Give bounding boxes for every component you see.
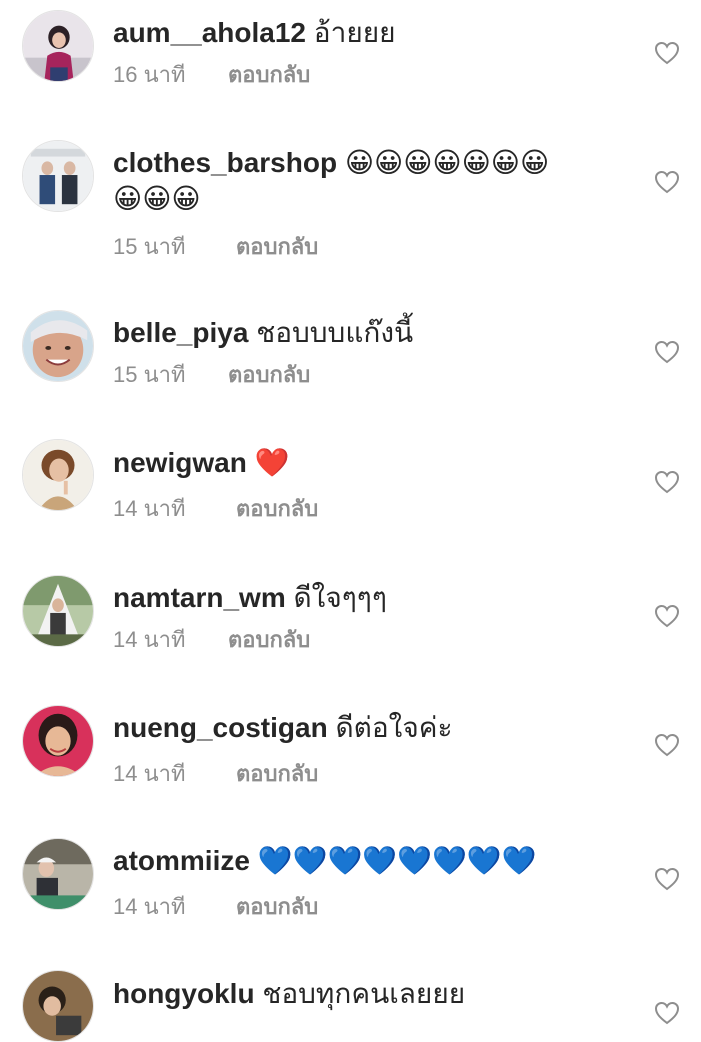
comment-timestamp: 14 นาที	[113, 627, 186, 652]
comment-username[interactable]: nueng_costigan	[113, 712, 328, 743]
reply-button[interactable]: ตอบกลับ	[236, 233, 318, 261]
heart-outline-icon[interactable]	[654, 1001, 680, 1025]
comment-text: ดีต่อใจค่ะ	[335, 712, 453, 743]
reply-button[interactable]: ตอบกลับ	[236, 760, 318, 788]
avatar[interactable]	[22, 310, 94, 382]
comment-emoji: 💙💙💙💙💙💙💙💙	[257, 845, 537, 876]
heart-outline-icon[interactable]	[654, 41, 680, 65]
heart-outline-icon[interactable]	[654, 867, 680, 891]
comment-username[interactable]: belle_piya	[113, 317, 248, 348]
comment-emoji: ❤️	[254, 447, 290, 478]
comment-text: ดีใจๆๆๆ	[293, 582, 387, 613]
avatar[interactable]	[22, 439, 94, 511]
avatar[interactable]	[22, 10, 94, 82]
comment-timestamp: 15 นาที	[113, 362, 186, 387]
reply-button[interactable]: ตอบกลับ	[228, 361, 310, 389]
reply-button[interactable]: ตอบกลับ	[228, 61, 310, 89]
avatar[interactable]	[22, 838, 94, 910]
heart-outline-icon[interactable]	[654, 733, 680, 757]
comment-username[interactable]: atommiize	[113, 845, 250, 876]
avatar[interactable]	[22, 140, 94, 212]
comment-timestamp: 15 นาที	[113, 234, 186, 259]
comment-username[interactable]: aum__ahola12	[113, 17, 306, 48]
heart-outline-icon[interactable]	[654, 604, 680, 628]
heart-outline-icon[interactable]	[654, 170, 680, 194]
comment-emoji: 😀😀😀😀😀😀😀	[344, 147, 550, 178]
reply-button[interactable]: ตอบกลับ	[228, 626, 310, 654]
comment-text: อ้ายยย	[313, 17, 396, 48]
comment-timestamp: 14 นาที	[113, 761, 186, 786]
comment-username[interactable]: hongyoklu	[113, 978, 255, 1009]
avatar[interactable]	[22, 575, 94, 647]
reply-button[interactable]: ตอบกลับ	[236, 893, 318, 921]
comment-timestamp: 16 นาที	[113, 62, 186, 87]
comment-username[interactable]: namtarn_wm	[113, 582, 286, 613]
heart-outline-icon[interactable]	[654, 340, 680, 364]
heart-outline-icon[interactable]	[654, 470, 680, 494]
comment-emoji: 😀😀😀	[113, 183, 201, 214]
comment-username[interactable]: newigwan	[113, 447, 247, 478]
comment-username[interactable]: clothes_barshop	[113, 147, 337, 178]
avatar[interactable]	[22, 970, 94, 1042]
reply-button[interactable]: ตอบกลับ	[236, 495, 318, 523]
comment-timestamp: 14 นาที	[113, 894, 186, 919]
comment-timestamp: 14 นาที	[113, 496, 186, 521]
comment-text: ชอบทุกคนเลยยย	[262, 978, 466, 1009]
avatar[interactable]	[22, 705, 94, 777]
comment-text: ชอบบบแก๊งนี้	[256, 317, 414, 348]
